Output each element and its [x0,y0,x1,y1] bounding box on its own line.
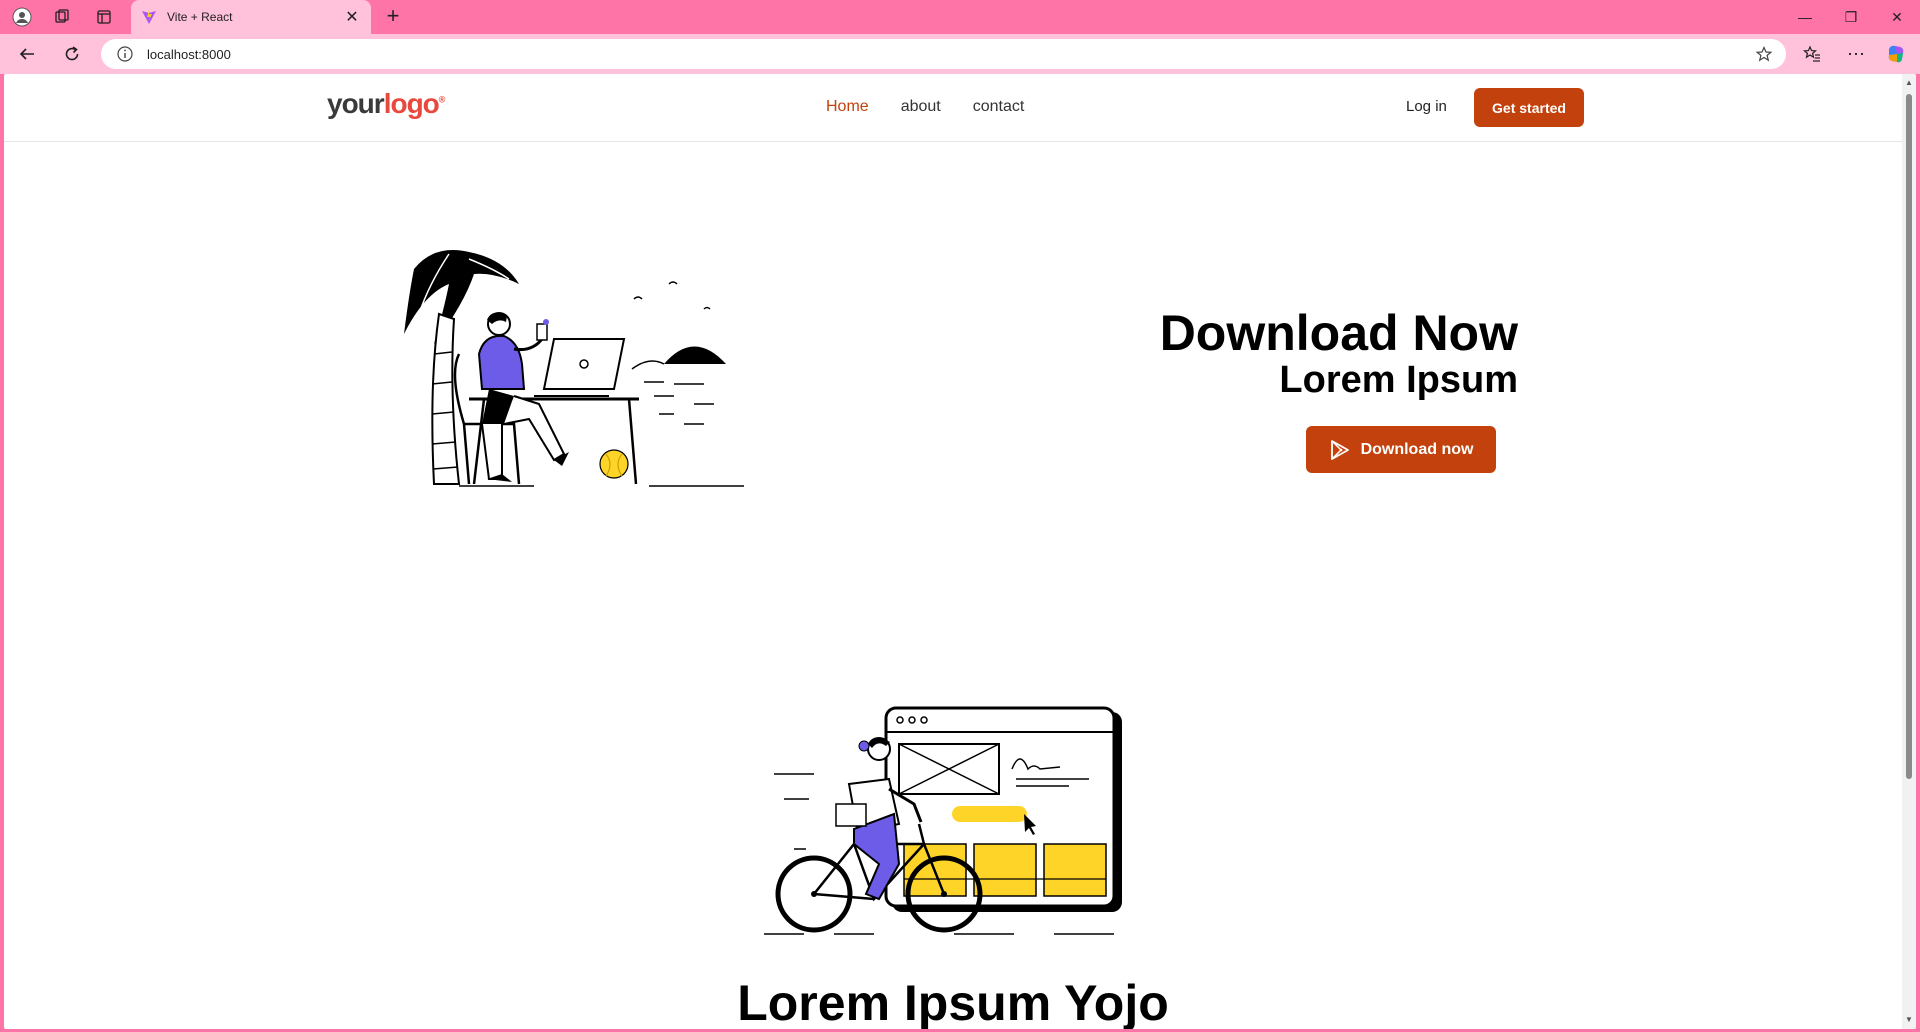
profile-icon[interactable] [10,5,34,29]
main-nav: Home about contact [826,98,1024,116]
scroll-down-arrow[interactable]: ▼ [1904,1015,1914,1025]
logo-mark: ® [438,94,446,105]
arrow-left-icon [19,48,34,60]
hero-heading: Download Now Lorem Ipsum [1160,306,1518,400]
minimize-button[interactable]: — [1782,0,1828,34]
download-now-button[interactable]: Download now [1306,426,1496,473]
info-icon[interactable] [117,46,133,62]
tab-actions-icon[interactable] [92,5,116,29]
tab-close-icon[interactable]: ✕ [343,7,361,27]
back-button[interactable] [13,40,41,68]
restore-button[interactable]: ❐ [1828,0,1874,34]
settings-more-button[interactable]: ⋯ [1842,40,1870,68]
site-header: yourlogo® Home about contact Log in Get … [4,74,1902,142]
nav-about[interactable]: about [901,98,941,116]
close-window-button[interactable]: ✕ [1874,0,1920,34]
url-text: localhost:8000 [147,46,231,62]
favorites-list-icon [1803,45,1820,62]
new-tab-button[interactable]: + [380,4,406,30]
vertical-scrollbar[interactable]: ▲ ▼ [1902,74,1916,1029]
favorites-button[interactable] [1798,40,1826,68]
refresh-button[interactable] [58,40,86,68]
login-link[interactable]: Log in [1406,98,1447,115]
copilot-button[interactable] [1882,40,1910,68]
scrollbar-thumb[interactable] [1906,94,1912,779]
browser-titlebar: Vite + React ✕ + — ❐ ✕ [0,0,1920,34]
get-started-button[interactable]: Get started [1474,88,1584,127]
site-logo[interactable]: yourlogo® [327,88,446,120]
hero-illustration [404,250,744,487]
scroll-up-arrow[interactable]: ▲ [1904,78,1914,88]
refresh-icon [65,46,79,61]
section-title: Lorem Ipsum Yojo [737,975,1169,1029]
page-viewport: yourlogo® Home about contact Log in Get … [4,74,1916,1029]
browser-toolbar: localhost:8000 ⋯ [0,34,1920,74]
workspaces-icon[interactable] [50,5,74,29]
favorite-star-icon[interactable] [1756,46,1772,62]
address-bar[interactable]: localhost:8000 [101,39,1786,69]
download-now-label: Download now [1360,440,1474,458]
copilot-icon [1888,45,1904,63]
hero-title: Download Now [1159,305,1518,361]
cyclist-illustration [764,706,1122,935]
hero-subtitle: Lorem Ipsum [1279,359,1518,401]
logo-text-your: your [327,88,385,119]
nav-contact[interactable]: contact [973,98,1025,116]
browser-tab[interactable]: Vite + React ✕ [131,0,371,34]
tab-title: Vite + React [167,10,233,24]
logo-text-logo: logo [383,88,440,119]
vite-icon [142,10,156,24]
play-store-icon [1330,439,1349,460]
nav-home[interactable]: Home [826,98,869,116]
